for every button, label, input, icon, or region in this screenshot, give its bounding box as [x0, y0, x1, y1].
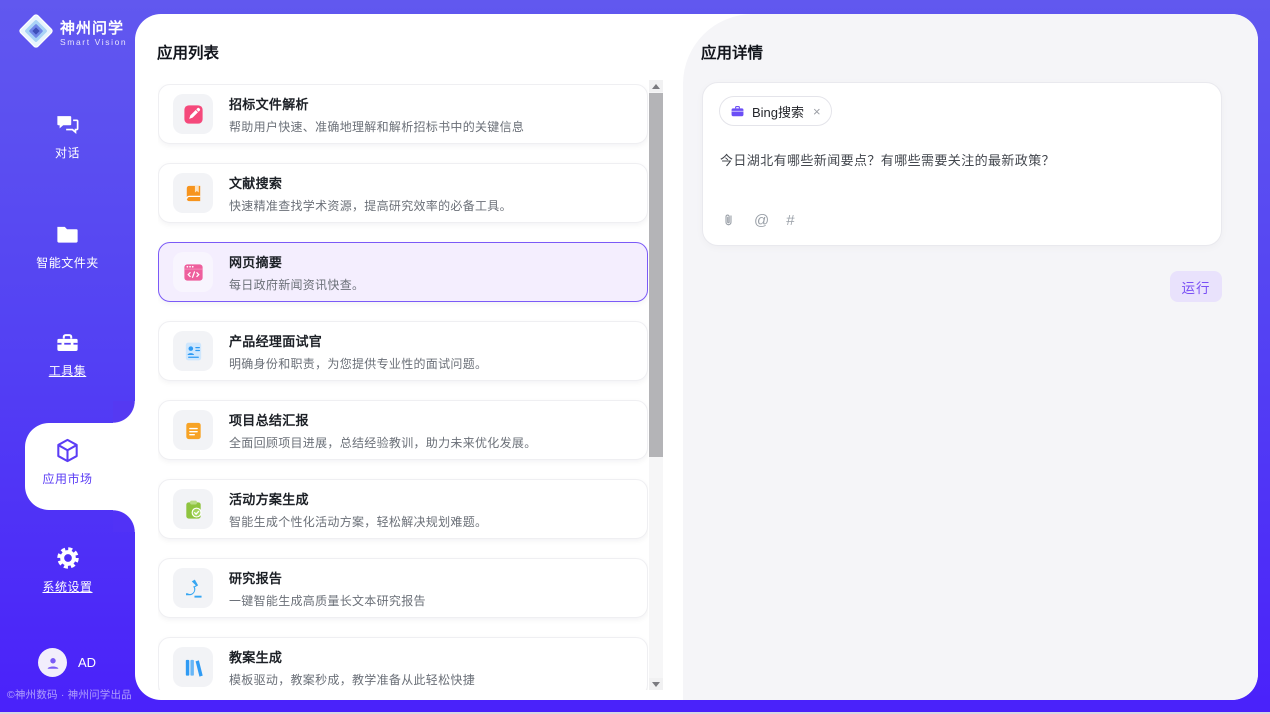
microscope-icon: [173, 568, 213, 608]
edit-square-icon: [173, 94, 213, 134]
app-card-description: 全面回顾项目进展，总结经验教训，助力未来优化发展。: [229, 434, 537, 451]
scroll-up-button[interactable]: [649, 80, 663, 92]
scroll-down-button[interactable]: [649, 678, 663, 690]
sidebar-item-label: 系统设置: [42, 578, 92, 595]
composer-toolbar: @ #: [720, 212, 795, 229]
copyright-text: ©神州数码 · 神州问学出品: [7, 687, 132, 702]
app-card-description: 快速精准查找学术资源，提高研究效率的必备工具。: [229, 197, 512, 214]
notepad-icon: [173, 410, 213, 450]
tool-chip[interactable]: Bing搜索 ×: [719, 96, 832, 126]
briefcase-icon: [730, 104, 745, 119]
toolbox-icon: [54, 328, 81, 356]
app-list-title: 应用列表: [157, 41, 219, 63]
app-window: 神州问学 Smart Vision 对话智能文件夹工具集应用市场系统设置 AD …: [0, 0, 1270, 714]
app-card[interactable]: 教案生成模板驱动，教案秒成，教学准备从此轻松快捷: [158, 637, 648, 690]
run-button[interactable]: 运行: [1170, 271, 1222, 302]
user-row[interactable]: AD: [38, 648, 96, 677]
app-card-description: 一键智能生成高质量长文本研究报告: [229, 592, 426, 609]
app-card[interactable]: 研究报告一键智能生成高质量长文本研究报告: [158, 558, 648, 618]
app-card-description: 模板驱动，教案秒成，教学准备从此轻松快捷: [229, 671, 475, 688]
app-card-title: 招标文件解析: [229, 94, 524, 113]
brand-subtitle: Smart Vision: [60, 37, 127, 47]
main-content: 应用列表 招标文件解析帮助用户快速、准确地理解和解析招标书中的关键信息文献搜索快…: [135, 14, 1258, 700]
cube-icon: [53, 436, 82, 464]
app-card-title: 文献搜索: [229, 173, 512, 192]
app-list: 招标文件解析帮助用户快速、准确地理解和解析招标书中的关键信息文献搜索快速精准查找…: [158, 84, 648, 690]
app-card[interactable]: 活动方案生成智能生成个性化活动方案，轻松解决规划难题。: [158, 479, 648, 539]
app-card-description: 智能生成个性化活动方案，轻松解决规划难题。: [229, 513, 487, 530]
books-icon: [173, 647, 213, 687]
clipboard-icon: [173, 489, 213, 529]
avatar: [38, 648, 67, 677]
tool-chip-label: Bing搜索: [752, 102, 804, 121]
app-card-title: 教案生成: [229, 647, 475, 666]
sidebar-item-chat[interactable]: 对话: [0, 110, 135, 161]
sidebar-item-label: 智能文件夹: [36, 254, 99, 271]
folder-icon: [54, 220, 81, 248]
app-card-title: 活动方案生成: [229, 489, 487, 508]
chip-close-icon[interactable]: ×: [813, 105, 821, 118]
app-card[interactable]: 项目总结汇报全面回顾项目进展，总结经验教训，助力未来优化发展。: [158, 400, 648, 460]
sidebar-item-label: 对话: [55, 144, 80, 161]
app-detail-title: 应用详情: [701, 41, 763, 63]
app-card-description: 明确身份和职责，为您提供专业性的面试问题。: [229, 355, 487, 372]
app-card[interactable]: 文献搜索快速精准查找学术资源，提高研究效率的必备工具。: [158, 163, 648, 223]
app-card[interactable]: 招标文件解析帮助用户快速、准确地理解和解析招标书中的关键信息: [158, 84, 648, 144]
app-card-title: 研究报告: [229, 568, 426, 587]
resume-icon: [173, 331, 213, 371]
sidebar-item-system-settings[interactable]: 系统设置: [0, 544, 135, 595]
composer-card: Bing搜索 × 今日湖北有哪些新闻要点？有哪些需要关注的最新政策？ @ #: [702, 82, 1222, 246]
app-card-description: 帮助用户快速、准确地理解和解析招标书中的关键信息: [229, 118, 524, 135]
scrollbar[interactable]: [649, 80, 663, 690]
hash-icon[interactable]: #: [786, 212, 794, 229]
paperclip-icon[interactable]: [720, 212, 737, 229]
brand-logo-icon: [17, 12, 55, 55]
app-card-description: 每日政府新闻资讯快查。: [229, 276, 364, 293]
user-label: AD: [78, 655, 96, 670]
browser-icon: [173, 252, 213, 292]
app-card-title: 产品经理面试官: [229, 331, 487, 350]
sidebar-item-smart-folder[interactable]: 智能文件夹: [0, 220, 135, 271]
question-input[interactable]: 今日湖北有哪些新闻要点？有哪些需要关注的最新政策？: [720, 152, 1201, 170]
brand: 神州问学 Smart Vision: [17, 12, 127, 55]
app-card-title: 网页摘要: [229, 252, 364, 271]
sidebar-item-label: 应用市场: [42, 470, 92, 487]
brand-title: 神州问学: [60, 20, 127, 37]
book-icon: [173, 173, 213, 213]
triangle-up-icon: [652, 84, 660, 89]
sidebar-item-label: 工具集: [49, 362, 87, 379]
app-card[interactable]: 产品经理面试官明确身份和职责，为您提供专业性的面试问题。: [158, 321, 648, 381]
app-card[interactable]: 网页摘要每日政府新闻资讯快查。: [158, 242, 648, 302]
sidebar-item-toolset[interactable]: 工具集: [0, 328, 135, 379]
app-detail-panel: 应用详情 Bing搜索 × 今日湖北有哪些新闻要点？有哪些需要关注的最新政策？: [683, 14, 1258, 700]
mention-icon[interactable]: @: [754, 212, 769, 229]
chat-icon: [54, 110, 81, 138]
triangle-down-icon: [652, 682, 660, 687]
sidebar: 神州问学 Smart Vision 对话智能文件夹工具集应用市场系统设置 AD …: [0, 0, 135, 714]
sidebar-item-app-market[interactable]: 应用市场: [0, 436, 135, 487]
scrollbar-thumb[interactable]: [649, 93, 663, 457]
gear-icon: [54, 544, 82, 572]
app-card-title: 项目总结汇报: [229, 410, 537, 429]
